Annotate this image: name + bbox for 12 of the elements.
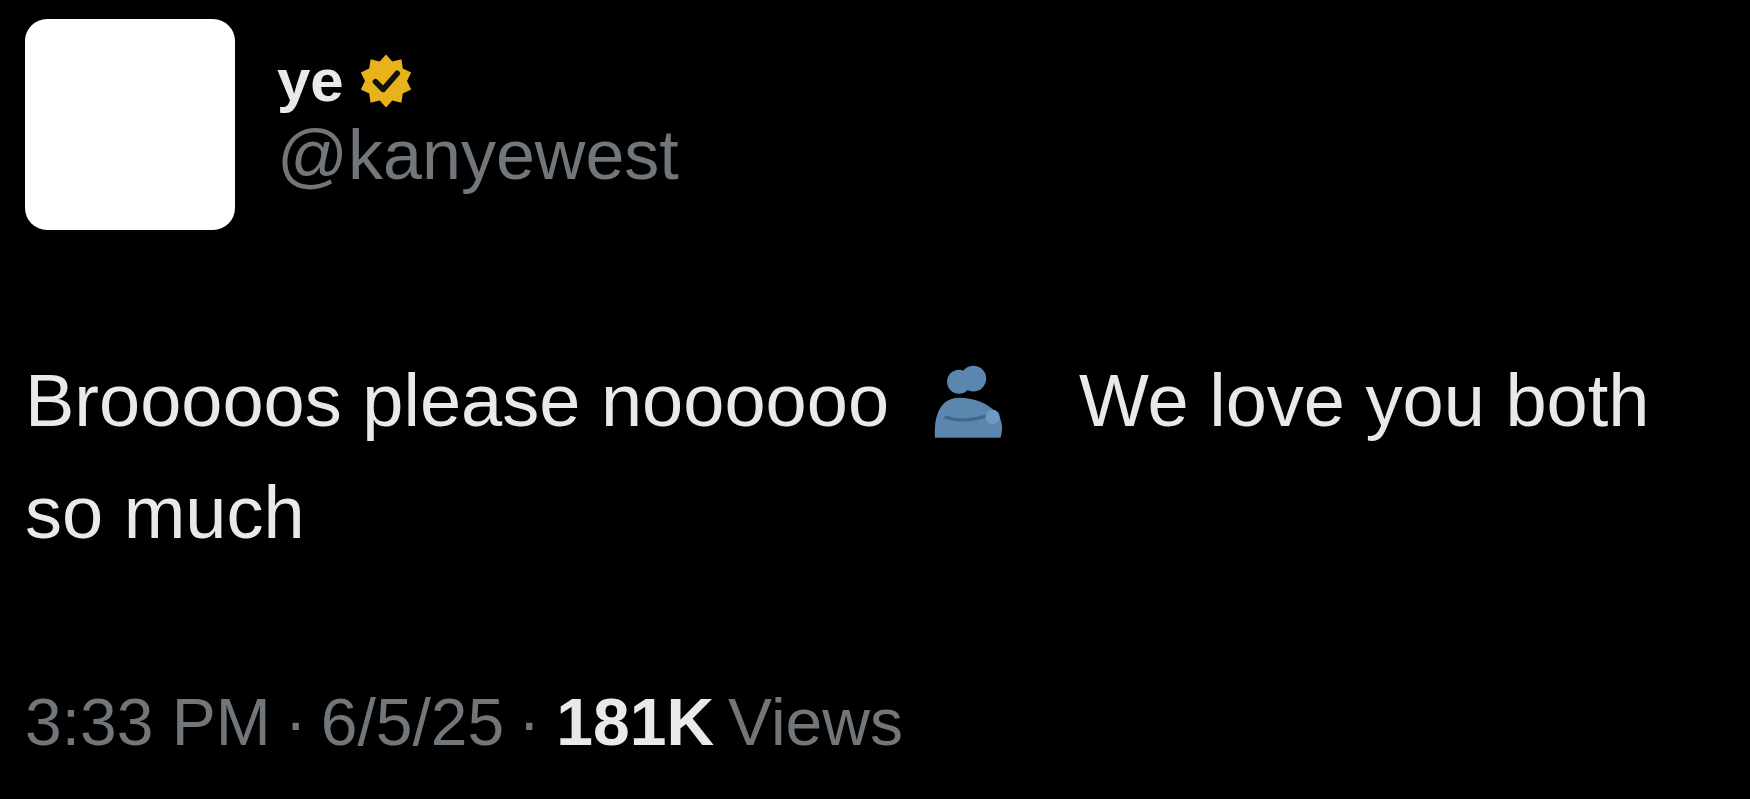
tweet-text: so much [25,470,305,556]
separator-dot: · [284,684,307,760]
avatar[interactable] [25,19,235,230]
tweet-text: We love you both [1079,358,1650,444]
display-name[interactable]: ye [277,51,344,111]
timestamp[interactable]: 3:33 PM [25,684,271,760]
post-date[interactable]: 6/5/25 [320,684,505,760]
tweet-text: Brooooos please noooooo [25,358,890,444]
views-label: Views [728,684,903,760]
username-handle[interactable]: @kanyewest [277,113,679,197]
separator-dot: · [518,684,541,760]
views-count: 181K [556,684,715,760]
